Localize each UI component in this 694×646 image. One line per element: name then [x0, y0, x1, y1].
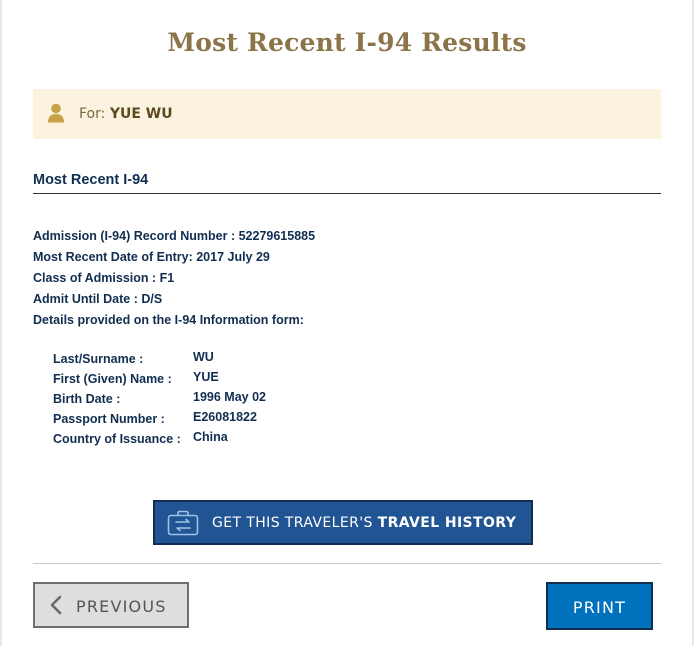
detail-label: Passport Number : — [53, 412, 165, 426]
briefcase-icon — [167, 510, 199, 536]
details-intro: Details provided on the I-94 Information… — [33, 313, 304, 327]
traveler-label: For: YUE WU — [79, 106, 173, 122]
admit-until-date: Admit Until Date : D/S — [33, 292, 163, 306]
travel-history-label-prefix: GET THIS TRAVELER'S — [212, 515, 378, 531]
class-of-admission: Class of Admission : F1 — [33, 271, 175, 285]
previous-button[interactable]: PREVIOUS — [33, 582, 189, 628]
traveler-banner: For: YUE WU — [33, 89, 661, 139]
entry-date: Most Recent Date of Entry: 2017 July 29 — [33, 250, 270, 264]
page-frame: Most Recent I-94 Results For: YUE WU Mos… — [0, 0, 694, 646]
chevron-left-icon — [50, 595, 62, 615]
detail-value: E26081822 — [193, 410, 257, 424]
detail-value: 1996 May 02 — [193, 390, 266, 404]
detail-label: First (Given) Name : — [53, 372, 172, 386]
travel-history-button[interactable]: GET THIS TRAVELER'S TRAVEL HISTORY — [153, 500, 533, 545]
print-label: PRINT — [572, 598, 627, 617]
footer-divider — [33, 563, 661, 564]
detail-value: China — [193, 430, 228, 444]
admission-number: Admission (I-94) Record Number : 5227961… — [33, 229, 316, 243]
travel-history-label-bold: TRAVEL HISTORY — [377, 515, 517, 531]
section-title: Most Recent I-94 — [33, 172, 149, 188]
record-summary: Admission (I-94) Record Number : 5227961… — [33, 228, 315, 333]
detail-label: Country of Issuance : — [53, 432, 181, 446]
detail-value: YUE — [193, 370, 219, 384]
detail-value: WU — [193, 350, 214, 364]
detail-label: Birth Date : — [53, 392, 121, 406]
user-icon — [48, 103, 64, 123]
detail-label: Last/Surname : — [53, 352, 144, 366]
traveler-prefix: For: — [79, 106, 106, 122]
travel-history-label: GET THIS TRAVELER'S TRAVEL HISTORY — [212, 515, 516, 531]
traveler-name: YUE WU — [109, 106, 173, 122]
previous-label: PREVIOUS — [76, 597, 167, 616]
print-button[interactable]: PRINT — [546, 582, 653, 630]
section-divider — [33, 193, 661, 194]
page-title: Most Recent I-94 Results — [167, 28, 527, 57]
